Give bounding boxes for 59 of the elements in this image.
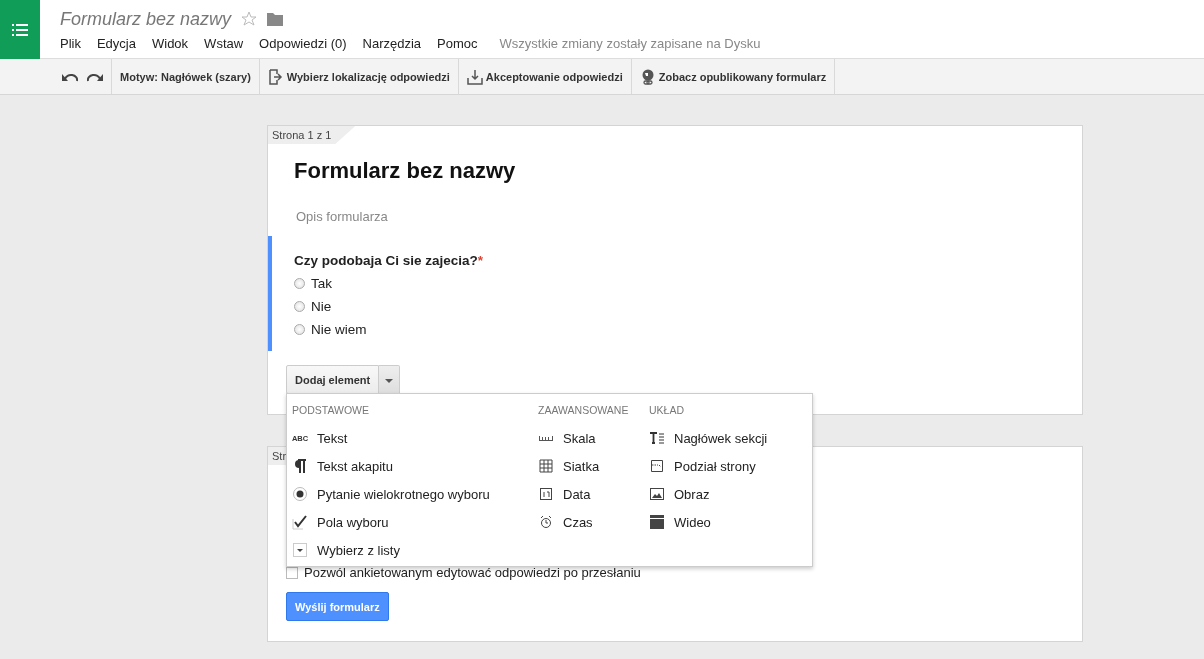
dropdown-icon — [292, 542, 308, 558]
page-label: Strona 1 z 1 — [268, 126, 356, 144]
question-text: Czy podobaja Ci sie zajecia?* — [294, 253, 485, 268]
calendar-icon — [538, 486, 554, 502]
option-label: Nie wiem — [311, 322, 367, 337]
option-label: Nie — [311, 299, 332, 314]
menu-item[interactable]: Podział strony — [649, 452, 768, 480]
app-logo[interactable] — [0, 0, 40, 59]
folder-icon — [267, 11, 284, 27]
alarm-clock-icon — [538, 514, 554, 530]
download-icon — [466, 68, 483, 85]
add-item-button[interactable]: Dodaj element — [286, 365, 380, 394]
list-icon — [12, 22, 28, 37]
menu-item[interactable]: Pytanie wielokrotnego wyboru — [292, 480, 538, 508]
menu-item[interactable]: Wideo — [649, 508, 768, 536]
radio-button[interactable] — [294, 278, 305, 289]
toolbar-button[interactable]: Wybierz lokalizację odpowiedzi — [259, 59, 459, 94]
menu-heading: ZAAWANSOWANE — [538, 404, 630, 418]
option-label: Tak — [311, 276, 332, 291]
image-icon — [649, 486, 665, 502]
film-icon — [649, 514, 665, 530]
pilcrow-icon — [292, 458, 308, 474]
question-block[interactable]: Czy podobaja Ci sie zajecia?* Tak Nie Nie wiem — [268, 236, 1082, 351]
toolbar-button[interactable]: Zobacz opublikowany formularz — [631, 59, 836, 94]
form-title[interactable]: Formularz bez nazwy — [294, 158, 1082, 184]
star-icon[interactable] — [241, 11, 258, 27]
menu-item[interactable]: Obraz — [649, 480, 768, 508]
menu-item[interactable]: Nagłówek sekcji — [649, 424, 768, 452]
menu-item[interactable]: Odpowiedzi (0) — [259, 36, 363, 51]
ruler-icon — [539, 435, 553, 441]
radio-button[interactable] — [294, 324, 305, 335]
menu-item[interactable]: Siatka — [538, 452, 649, 480]
menu-heading: PODSTAWOWE — [292, 404, 370, 418]
menu-item[interactable]: Narzędzia — [362, 36, 438, 51]
grid-icon — [538, 458, 554, 474]
checkmark-icon — [292, 514, 308, 530]
page-break-icon — [649, 458, 665, 474]
menu-item[interactable]: Edycja — [96, 36, 152, 51]
menu-item[interactable]: Widok — [152, 36, 205, 51]
menu-item[interactable]: Wstaw — [204, 36, 260, 51]
menu-item[interactable]: Plik — [60, 36, 97, 51]
theme-button[interactable]: Motyw: Nagłówek (szary) — [112, 59, 260, 94]
checkbox-label: Pozwól ankietowanym edytować odpowiedzi po przesłaniu — [304, 565, 641, 580]
save-status: Wszystkie zmiany zostały zapisane na Dysku — [499, 36, 761, 51]
menu-item[interactable]: Czas — [538, 508, 649, 536]
document-title[interactable]: Formularz bez nazwy — [60, 8, 232, 30]
form-description[interactable]: Opis formularza — [296, 209, 1082, 224]
radio-icon — [292, 486, 308, 502]
radio-button[interactable] — [294, 301, 305, 312]
menu-item[interactable]: Data — [538, 480, 649, 508]
menu-item[interactable]: Pola wyboru — [292, 508, 538, 536]
menu-item[interactable]: Skala — [538, 424, 649, 452]
caret-icon — [385, 378, 394, 383]
menu-item[interactable]: Pomoc — [437, 36, 494, 51]
heading-icon — [649, 430, 665, 446]
menu-heading: UKŁAD — [649, 404, 685, 418]
toolbar-button[interactable]: Akceptowanie odpowiedzi — [458, 59, 632, 94]
menu-item[interactable]: Wybierz z listy — [292, 536, 538, 564]
export-icon — [267, 68, 284, 85]
